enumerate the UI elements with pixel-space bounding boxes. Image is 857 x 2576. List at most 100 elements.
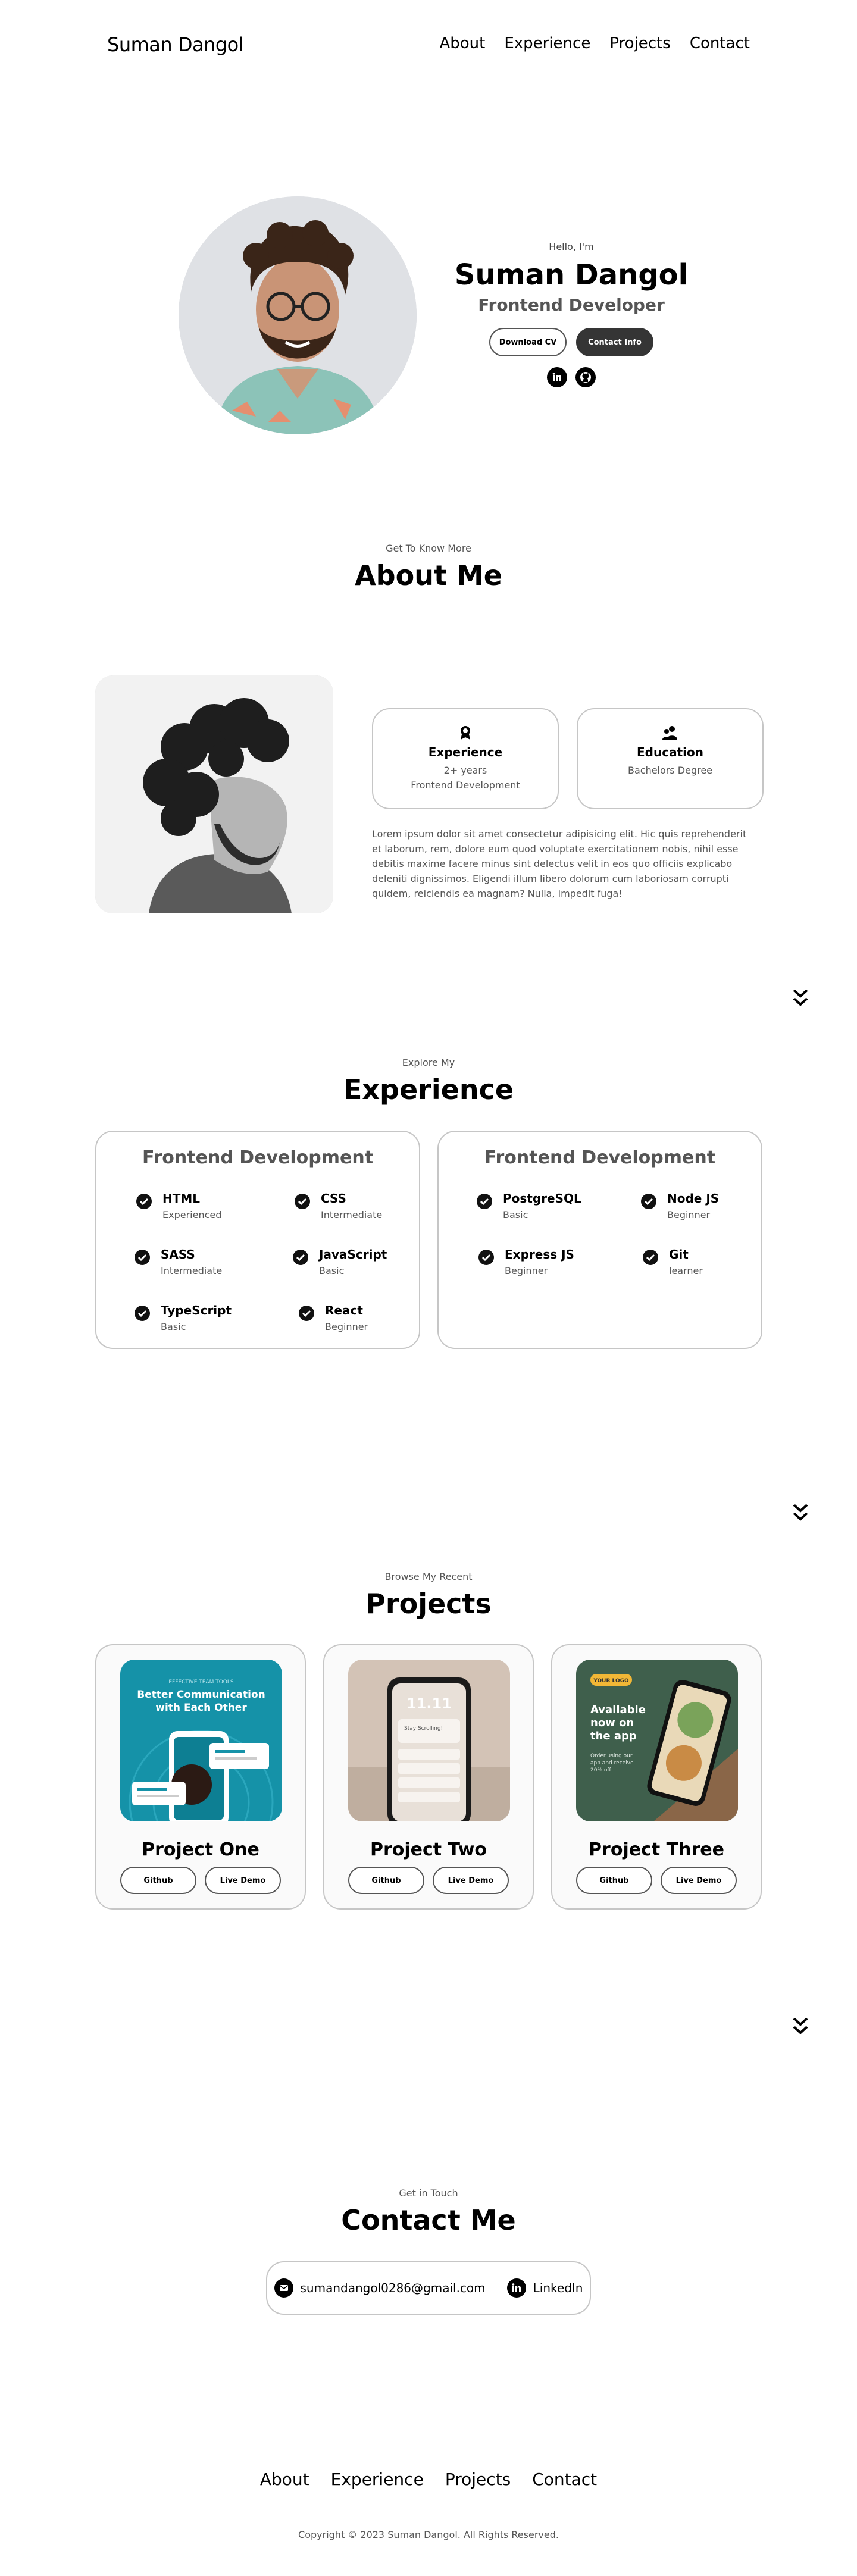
nav-link-contact[interactable]: Contact [690,35,750,52]
education-card-title: Education [637,745,703,759]
skill-name: React [325,1303,363,1317]
project-title: Project Three [589,1839,724,1860]
skill-level: learner [669,1265,703,1276]
footer-link-contact[interactable]: Contact [532,2469,597,2489]
skill-level: Beginner [325,1321,368,1332]
project-one-thumbnail: EFFECTIVE TEAM TOOLS Better Communicatio… [120,1660,282,1821]
svg-text:EFFECTIVE TEAM TOOLS: EFFECTIVE TEAM TOOLS [168,1679,234,1685]
live-demo-button[interactable]: Live Demo [433,1867,509,1894]
about-paragraph: Lorem ipsum dolor sit amet consectetur a… [372,828,747,899]
live-demo-button[interactable]: Live Demo [205,1867,281,1894]
nav-link-projects[interactable]: Projects [609,35,671,52]
skill-name: TypeScript [161,1303,232,1317]
experience-card-heading: Frontend Development [142,1147,374,1168]
svg-text:20% off: 20% off [590,1767,611,1773]
skill-item: SASS Intermediate [135,1247,236,1281]
scroll-down-arrow-icon[interactable] [792,2016,809,2036]
svg-text:Stay Scrolling!: Stay Scrolling! [404,1726,443,1732]
hero-greeting: Hello, I'm [549,241,594,252]
education-summary-card: Education Bachelors Degree [577,708,764,809]
svg-text:YOUR LOGO: YOUR LOGO [593,1678,629,1684]
graduation-icon [662,725,678,740]
email-address[interactable]: sumandangol0286@gmail.com [301,2281,486,2295]
skill-name: Node JS [667,1191,720,1206]
svg-text:app and receive: app and receive [590,1760,634,1766]
github-button[interactable]: Github [348,1867,424,1894]
nav-link-about[interactable]: About [439,35,485,52]
copyright-text: Copyright © 2023 Suman Dangol. All Right… [298,2529,559,2540]
experience-card-frontend: Frontend Development HTML Experienced CS… [95,1131,420,1349]
github-button[interactable]: Github [120,1867,196,1894]
download-cv-button[interactable]: Download CV [489,328,567,356]
checkmark-icon [299,1306,314,1321]
checkmark-icon [643,1250,658,1265]
project-two-thumbnail: 11.11 Stay Scrolling! [348,1660,510,1821]
svg-text:the app: the app [590,1730,637,1742]
nav-link-experience[interactable]: Experience [504,35,590,52]
project-card-two: 11.11 Stay Scrolling! Project Two Github… [323,1644,534,1910]
skill-level: Basic [161,1321,186,1332]
skill-item: PostgreSQL Basic [477,1191,581,1225]
top-nav: Suman Dangol About Experience Projects C… [0,0,857,89]
checkmark-icon [136,1194,152,1209]
skill-item: Node JS Beginner [641,1191,742,1225]
experience-card-title: Experience [428,745,503,759]
skill-level: Intermediate [161,1265,223,1276]
education-card-degree: Bachelors Degree [627,765,713,776]
hero-intro: Hello, I'm Suman Dangol Frontend Develop… [452,241,690,387]
skill-name: HTML [162,1191,201,1206]
checkmark-icon [641,1194,656,1209]
linkedin-link[interactable]: LinkedIn [506,2278,583,2298]
scroll-down-arrow-icon[interactable] [792,988,809,1008]
contact-info-box: sumandangol0286@gmail.com LinkedIn [266,2261,591,2315]
footer-link-projects[interactable]: Projects [445,2469,511,2489]
projects-title: Projects [365,1588,492,1620]
footer-link-about[interactable]: About [260,2469,309,2489]
linkedin-icon[interactable] [547,367,567,387]
skill-item: Express JS Beginner [478,1247,580,1281]
svg-text:now on: now on [590,1717,634,1729]
experience-card-years: 2+ years [443,765,487,776]
svg-text:Order using our: Order using our [590,1753,633,1759]
medal-icon [458,725,473,740]
skill-item: TypeScript Basic [135,1303,236,1336]
checkmark-icon [293,1250,308,1265]
experience-card-field: Frontend Development [411,780,520,791]
checkmark-icon [478,1250,494,1265]
nav-links: About Experience Projects Contact [439,35,750,52]
experience-card-heading: Frontend Development [484,1147,716,1168]
github-button[interactable]: Github [576,1867,652,1894]
skill-level: Beginner [505,1265,548,1276]
contact-info-button[interactable]: Contact Info [576,328,653,356]
skill-level: Intermediate [321,1209,383,1220]
scroll-down-arrow-icon[interactable] [792,1503,809,1523]
linkedin-label[interactable]: LinkedIn [533,2281,583,2295]
skill-name: SASS [161,1247,195,1262]
checkmark-icon [135,1306,150,1321]
skill-name: Git [669,1247,689,1262]
svg-text:Better Communication: Better Communication [137,1689,265,1701]
profile-photo [179,196,417,434]
footer-link-experience[interactable]: Experience [331,2469,424,2489]
about-title: About Me [355,559,502,591]
about-subtitle: Get To Know More [386,543,471,554]
project-three-thumbnail: YOUR LOGO Available now on the app Order… [576,1660,738,1821]
skill-item: JavaScript Basic [293,1247,394,1281]
contact-subtitle: Get in Touch [399,2187,458,2199]
site-logo[interactable]: Suman Dangol [107,33,244,56]
contact-title: Contact Me [341,2204,516,2236]
project-card-three: YOUR LOGO Available now on the app Order… [551,1644,762,1910]
skill-item: CSS Intermediate [295,1191,396,1225]
experience-subtitle: Explore My [402,1057,455,1068]
email-link[interactable]: sumandangol0286@gmail.com [274,2278,486,2298]
svg-text:with Each Other: with Each Other [155,1702,247,1714]
hero-buttons: Download CV Contact Info [452,328,690,356]
github-icon[interactable] [575,367,596,387]
skill-item: React Beginner [299,1303,400,1336]
checkmark-icon [295,1194,310,1209]
live-demo-button[interactable]: Live Demo [661,1867,737,1894]
skill-item: HTML Experienced [136,1191,237,1225]
skill-name: Express JS [505,1247,574,1262]
about-photo [95,675,333,913]
project-card-one: EFFECTIVE TEAM TOOLS Better Communicatio… [95,1644,306,1910]
